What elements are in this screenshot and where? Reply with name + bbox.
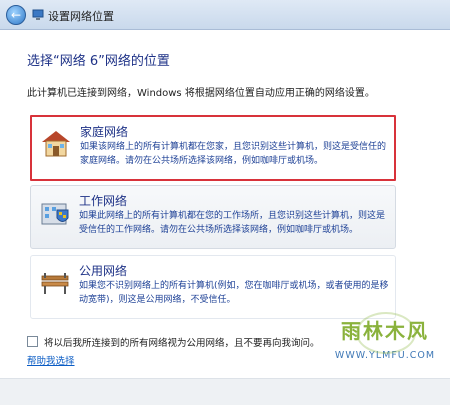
help-me-choose-link[interactable]: 帮助我选择 [27,353,75,367]
work-network-icon [41,203,69,225]
public-network-option[interactable]: 公用网络 如果您不识别网络上的所有计算机(例如，您在咖啡厅或机场，或者使用的是移… [30,255,396,319]
work-network-title: 工作网络 [79,194,128,208]
public-network-title: 公用网络 [79,264,128,278]
home-network-option[interactable]: 家庭网络 如果该网络上的所有计算机都在您家，且您识别这些计算机，则这是受信任的家… [30,115,396,181]
page-heading: 选择“网络 6”网络的位置 [27,54,170,69]
treat-public-checkbox[interactable] [27,336,38,347]
work-network-description: 如果此网络上的所有计算机都在您的工作场所，且您识别这些计算机，则这是受信任的工作… [79,211,386,235]
back-arrow-icon[interactable]: ← [6,5,26,25]
home-network-title: 家庭网络 [80,125,129,139]
page-description: 此计算机已连接到网络，Windows 将根据网络位置自动应用正确的网络设置。 [27,88,375,99]
public-network-description: 如果您不识别网络上的所有计算机(例如，您在咖啡厅或机场，或者使用的是移动宽带)，… [79,281,389,305]
watermark-ring [356,312,416,354]
home-network-description: 如果该网络上的所有计算机都在您家，且您识别这些计算机，则这是受信任的家庭网络。请… [80,142,387,166]
bottom-band [0,378,450,405]
work-network-option[interactable]: 工作网络 如果此网络上的所有计算机都在您的工作场所，且您识别这些计算机，则这是受… [30,185,396,249]
window-title: 设置网络位置 [48,10,114,23]
network-icon [32,9,44,20]
watermark-logo: 雨林木风 WWW.YLMFU.COM [326,312,444,382]
title-bar: ← 设置网络位置 [0,0,450,30]
home-network-icon [42,131,70,157]
public-network-icon [41,273,69,294]
treat-public-checkbox-label: 将以后我所连接到的所有网络视为公用网络，且不要再向我询问。 [44,338,320,349]
